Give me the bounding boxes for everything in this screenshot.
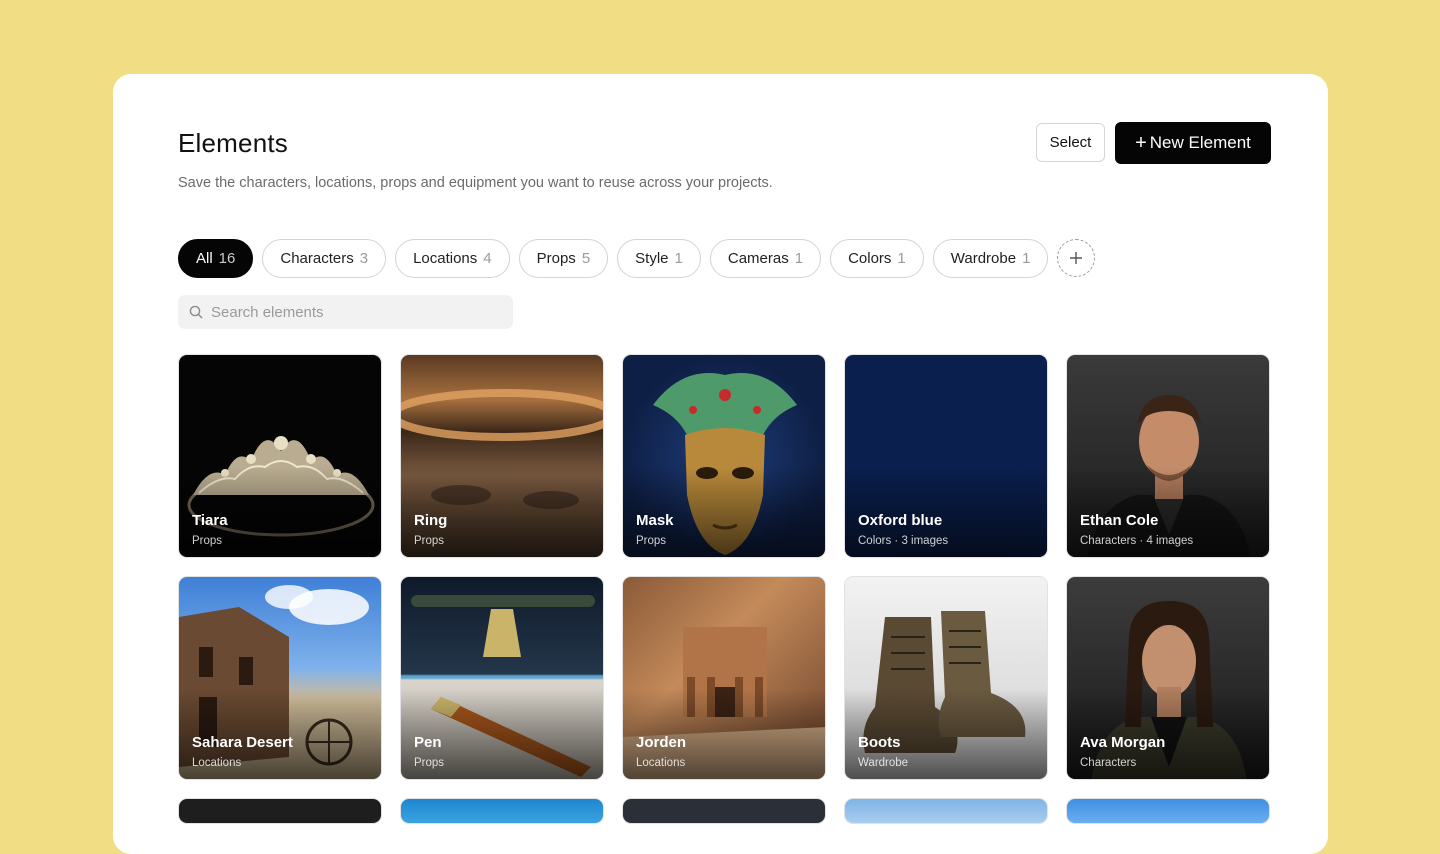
page-subtitle: Save the characters, locations, props an… xyxy=(178,175,773,191)
card-meta: Characters · 4 images xyxy=(1080,535,1194,547)
card-meta: Props xyxy=(414,535,445,547)
card-title: Sahara Desert xyxy=(192,734,293,751)
card-meta: Props xyxy=(192,535,223,547)
card-image xyxy=(845,799,1047,823)
filter-chip-locations[interactable]: Locations 4 xyxy=(395,239,510,278)
filter-count: 5 xyxy=(581,250,591,267)
filter-label: Characters xyxy=(280,250,354,267)
new-element-label: New Element xyxy=(1149,133,1251,152)
filter-chips: All 16 Characters 3 Locations 4 Props 5 … xyxy=(178,239,1096,279)
filter-count: 1 xyxy=(897,250,906,267)
element-card-ava-morgan[interactable]: Ava Morgan Characters xyxy=(1066,576,1270,780)
card-meta: Props xyxy=(414,757,445,769)
card-title: Ring xyxy=(414,512,448,529)
card-title: Jorden xyxy=(636,734,687,751)
card-meta: Locations xyxy=(192,757,242,769)
filter-label: Cameras xyxy=(727,250,789,267)
card-image xyxy=(179,799,381,823)
element-card-partial[interactable] xyxy=(622,798,826,824)
element-card-jorden[interactable]: Jorden Locations xyxy=(622,576,826,780)
filter-count: 4 xyxy=(483,250,492,267)
card-title: Pen xyxy=(414,734,442,751)
add-filter-button[interactable] xyxy=(1057,239,1096,277)
card-image xyxy=(401,799,603,823)
card-title: Ava Morgan xyxy=(1080,734,1166,751)
card-meta: Colors · 3 images xyxy=(858,535,949,547)
element-card-partial[interactable] xyxy=(1066,798,1270,824)
filter-chip-wardrobe[interactable]: Wardrobe 1 xyxy=(932,239,1049,278)
card-meta: Wardrobe xyxy=(858,757,909,769)
plus-icon xyxy=(1070,252,1083,264)
filter-chip-cameras[interactable]: Cameras 1 xyxy=(709,239,822,278)
filter-count: 1 xyxy=(674,250,683,267)
card-image xyxy=(1067,799,1269,823)
filter-chip-props[interactable]: Props 5 xyxy=(518,239,609,278)
card-title: Mask xyxy=(636,512,674,529)
element-card-sahara-desert[interactable]: Sahara Desert Locations xyxy=(178,576,382,780)
filter-label: All xyxy=(196,250,213,267)
filter-chip-all[interactable]: All 16 xyxy=(178,239,254,278)
filter-label: Locations xyxy=(413,250,478,267)
elements-grid: Tiara Props Ring Props Mask Props Oxford… xyxy=(178,354,1270,824)
filter-count: 16 xyxy=(218,250,236,267)
elements-panel: Elements Save the characters, locations,… xyxy=(113,74,1328,854)
filter-label: Style xyxy=(635,250,669,267)
card-title: Tiara xyxy=(192,512,228,529)
card-meta: Props xyxy=(636,535,667,547)
search-box[interactable] xyxy=(178,295,513,329)
element-card-tiara[interactable]: Tiara Props xyxy=(178,354,382,558)
element-card-partial[interactable] xyxy=(400,798,604,824)
new-element-button[interactable]: + New Element xyxy=(1115,122,1271,164)
card-title: Boots xyxy=(858,734,901,751)
element-card-ethan-cole[interactable]: Ethan Cole Characters · 4 images xyxy=(1066,354,1270,558)
card-meta: Locations xyxy=(636,757,686,769)
select-button[interactable]: Select xyxy=(1036,123,1105,162)
element-card-pen[interactable]: Pen Props xyxy=(400,576,604,780)
card-image xyxy=(623,799,825,823)
card-title: Ethan Cole xyxy=(1080,512,1159,529)
filter-chip-colors[interactable]: Colors 1 xyxy=(830,239,924,278)
filter-label: Colors xyxy=(848,250,892,267)
element-card-partial[interactable] xyxy=(178,798,382,824)
filter-chip-characters[interactable]: Characters 3 xyxy=(262,239,387,278)
filter-chip-style[interactable]: Style 1 xyxy=(617,239,701,278)
plus-icon: + xyxy=(1135,132,1147,154)
element-card-ring[interactable]: Ring Props xyxy=(400,354,604,558)
filter-label: Props xyxy=(536,250,576,267)
element-card-oxford-blue[interactable]: Oxford blue Colors · 3 images xyxy=(844,354,1048,558)
element-card-boots[interactable]: Boots Wardrobe xyxy=(844,576,1048,780)
filter-count: 1 xyxy=(794,250,804,267)
card-meta: Characters xyxy=(1080,757,1137,769)
page-title: Elements xyxy=(178,128,288,158)
filter-count: 3 xyxy=(359,250,369,267)
card-title: Oxford blue xyxy=(858,512,943,529)
filter-label: Wardrobe xyxy=(950,250,1017,267)
element-card-mask[interactable]: Mask Props xyxy=(622,354,826,558)
search-input[interactable] xyxy=(209,302,503,322)
element-card-partial[interactable] xyxy=(844,798,1048,824)
filter-count: 1 xyxy=(1022,250,1031,267)
search-icon xyxy=(189,305,203,319)
